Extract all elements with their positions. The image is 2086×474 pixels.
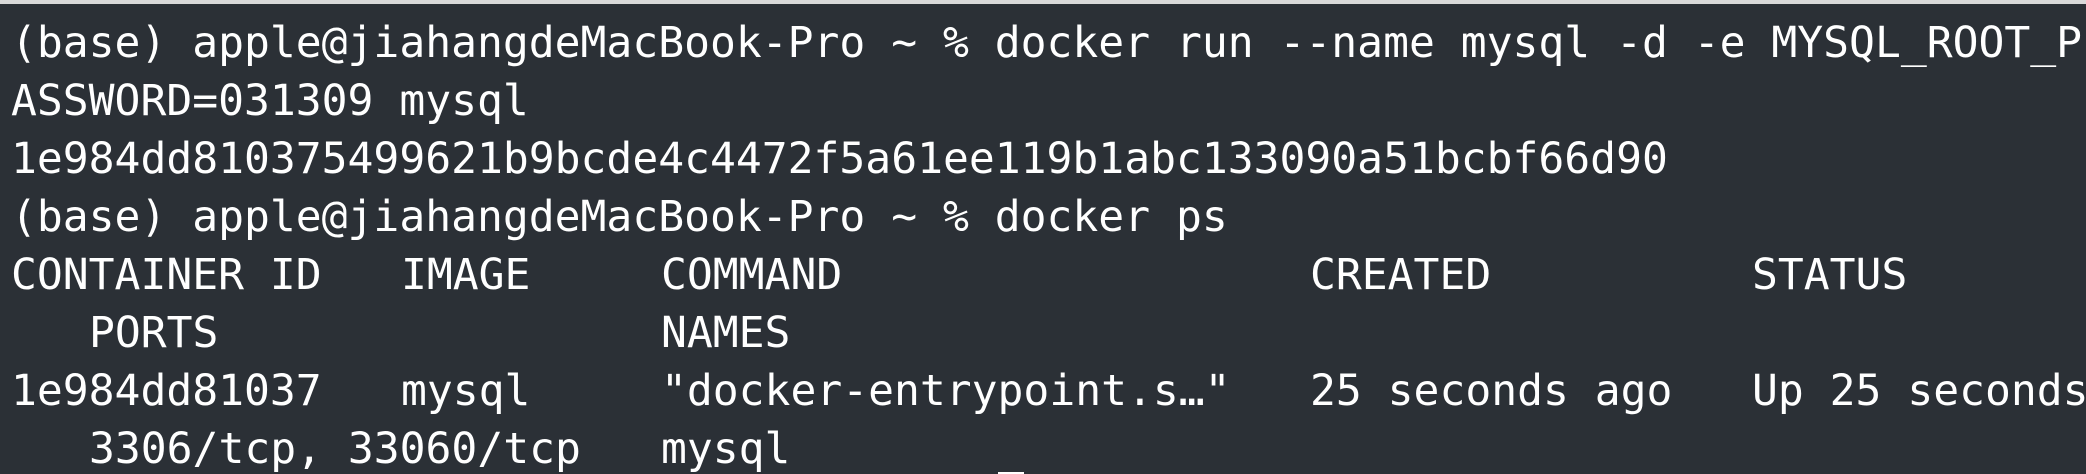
row-ports: 3306/tcp, 33060/tcp	[89, 424, 581, 474]
row-names: mysql	[661, 424, 791, 474]
header-status: STATUS	[1752, 250, 1908, 300]
header-names: NAMES	[661, 308, 791, 358]
terminal-line-container-hash: 1e984dd810375499621b9bcde4c4472f5a61ee11…	[11, 134, 1668, 184]
header-ports: PORTS	[89, 308, 219, 358]
header-container-id: CONTAINER ID	[11, 250, 322, 300]
docker-ps-data-row: 1e984dd81037 mysql "docker-entrypoint.s……	[11, 362, 2086, 420]
terminal-line-docker-run-command: (base) apple@jiahangdeMacBook-Pro ~ % do…	[11, 18, 2083, 68]
header-command: COMMAND	[661, 250, 843, 300]
docker-ps-data-row-wrapped: 3306/tcp, 33060/tcp mysql	[11, 420, 2086, 474]
docker-ps-header-row-wrapped: PORTS NAMES	[11, 304, 2086, 362]
terminal-window[interactable]: (base) apple@jiahangdeMacBook-Pro ~ % do…	[0, 0, 2086, 474]
terminal-line-docker-ps-command: (base) apple@jiahangdeMacBook-Pro ~ % do…	[11, 192, 1228, 242]
row-created: 25 seconds ago	[1310, 366, 1673, 416]
row-container-id: 1e984dd81037	[11, 366, 322, 416]
docker-ps-header-row: CONTAINER ID IMAGE COMMAND CREATED STATU…	[11, 246, 2086, 304]
row-status: Up 25 seconds	[1752, 366, 2086, 416]
row-command: "docker-entrypoint.s…"	[661, 366, 1231, 416]
header-created: CREATED	[1310, 250, 1492, 300]
row-image: mysql	[401, 366, 531, 416]
terminal-line-command-continuation: ASSWORD=031309 mysql	[11, 76, 529, 126]
header-image: IMAGE	[401, 250, 531, 300]
